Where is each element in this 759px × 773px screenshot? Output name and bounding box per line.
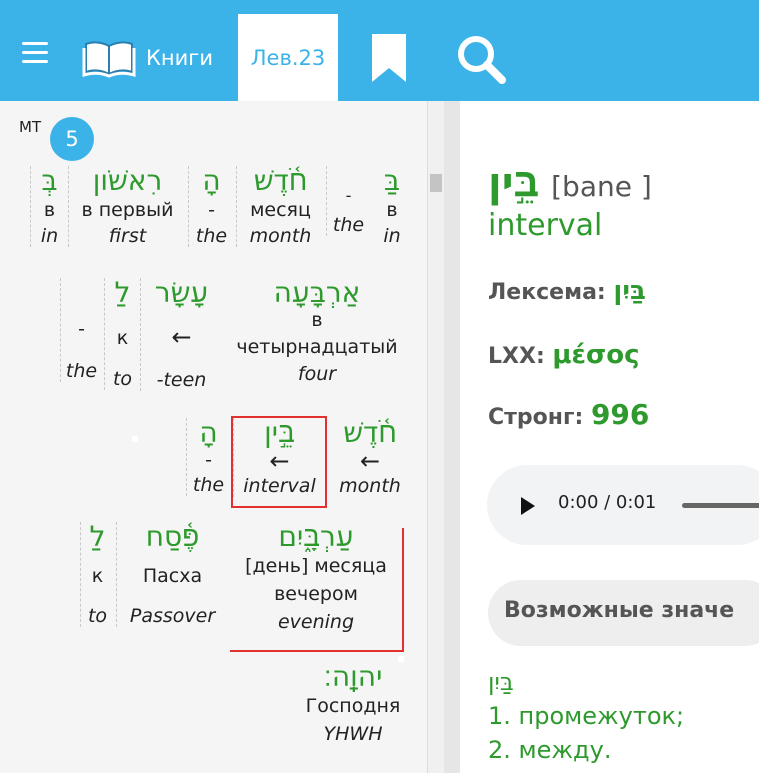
word-cell[interactable]: אַרְבָּעָה в четырнадцатый four <box>224 276 410 385</box>
hebrew-word: לַ <box>89 520 106 553</box>
verse-number-badge[interactable]: 5 <box>50 117 94 161</box>
strong-label: Стронг: <box>488 405 584 430</box>
strong-row: Стронг: 996 <box>488 398 649 431</box>
selected-word-highlight <box>231 416 327 508</box>
scrollbar[interactable] <box>428 101 444 773</box>
word-cell[interactable]: חֹ֫דֶשׁ ← month <box>330 416 410 497</box>
english-gloss: in <box>40 224 59 247</box>
audio-progress-bar[interactable] <box>682 503 759 508</box>
hebrew-word: עָשָׂר <box>154 276 209 309</box>
russian-gloss: ← <box>359 446 381 475</box>
meaning-item: 1. промежуток; <box>488 702 685 730</box>
lexeme-label: Лексема: <box>488 280 606 305</box>
word-cell[interactable]: הָ - the <box>188 164 234 247</box>
lxx-label: LXX: <box>488 344 545 369</box>
russian-gloss: - <box>208 198 215 221</box>
hebrew-word: אַרְבָּעָה <box>273 276 361 309</box>
chapter-label: Лев.23 <box>250 45 326 70</box>
word-cell[interactable]: רִאשֹׁון в первый first <box>68 164 186 247</box>
word-cell[interactable]: לַ к to <box>104 276 140 390</box>
english-gloss: four <box>297 362 337 385</box>
transliteration: [bane ] <box>551 170 652 203</box>
source-label: MT <box>19 118 42 136</box>
english-gloss: month <box>339 474 401 497</box>
meaning-item: בַּיִן <box>488 668 514 696</box>
spacer-dot <box>132 436 138 442</box>
english-gloss: month <box>249 224 312 247</box>
word-cell[interactable]: יהוָֽה׃ Господня YHWH <box>296 660 410 745</box>
russian-gloss: четырнадцатый <box>236 335 398 358</box>
lxx-value[interactable]: μέσος <box>552 340 639 370</box>
search-icon[interactable] <box>456 34 506 84</box>
menu-icon[interactable] <box>22 42 48 66</box>
hebrew-word: חֹ֫דֶשׁ <box>343 416 397 449</box>
russian-gloss: ← <box>171 322 192 351</box>
word-cell[interactable]: עָשָׂר ← -teen <box>140 276 222 391</box>
hebrew-word: - <box>345 186 352 205</box>
lexeme-value[interactable]: בַּיִן <box>613 276 645 306</box>
pane-divider[interactable] <box>444 101 460 773</box>
english-gloss: the <box>332 214 365 236</box>
strong-value[interactable]: 996 <box>591 398 649 431</box>
hebrew-word: לַ <box>114 276 131 309</box>
meanings-header-label: Возможные значе <box>504 598 735 623</box>
hebrew-word: בְּ <box>41 164 58 197</box>
books-label: Книги <box>146 46 213 70</box>
meaning-item: 2. между. <box>488 736 612 764</box>
russian-gloss: к <box>91 564 104 587</box>
lxx-row: LXX: μέσος <box>488 340 640 370</box>
english-gloss: to <box>87 604 108 627</box>
word-cell[interactable]: בְּ в in <box>30 164 68 247</box>
russian-gloss: в <box>386 198 398 221</box>
english-gloss: the <box>195 224 228 247</box>
hebrew-word: פֶּ֫סַח <box>145 520 200 553</box>
russian-gloss: в <box>311 308 323 331</box>
meanings-header[interactable]: Возможные значе <box>488 580 759 646</box>
word-cell[interactable]: לַ к to <box>80 520 114 627</box>
word-cell[interactable]: - the <box>326 166 370 236</box>
word-cell[interactable]: חֹ֫דֶשׁ месяц month <box>236 164 324 247</box>
play-icon[interactable] <box>521 497 535 515</box>
russian-gloss: в первый <box>81 198 174 221</box>
russian-gloss: - <box>78 318 85 340</box>
books-button[interactable]: Книги <box>82 36 213 80</box>
english-gloss: to <box>112 367 133 390</box>
english-gloss: Passover <box>129 604 216 627</box>
english-gloss: in <box>383 224 401 247</box>
english-gloss: first <box>108 224 147 247</box>
english-gloss: the <box>192 473 225 496</box>
english-gloss: -teen <box>156 368 207 391</box>
hebrew-word: יהוָֽה׃ <box>323 660 383 693</box>
word-cell[interactable]: הָ - the <box>186 416 230 496</box>
headword-row: בֵּ֣ין [bane ] <box>488 160 652 206</box>
russian-gloss: Пасха <box>142 564 203 587</box>
english-gloss: the <box>65 360 98 382</box>
audio-time: 0:00 / 0:01 <box>558 492 657 513</box>
hebrew-word: בַּ <box>383 164 401 197</box>
hebrew-word: הָ <box>199 416 218 449</box>
english-gloss: YHWH <box>323 722 383 745</box>
tab-chapter[interactable]: Лев.23 <box>238 14 338 101</box>
russian-gloss: Господня <box>305 694 401 717</box>
russian-gloss: - <box>205 448 212 471</box>
phrase-bracket <box>230 528 404 652</box>
word-cell[interactable]: בַּ в in <box>370 164 414 247</box>
russian-gloss: в <box>43 198 56 221</box>
lexeme-row: Лексема: בַּיִן <box>488 276 646 306</box>
headword: בֵּ֣ין <box>488 160 540 206</box>
word-cell[interactable]: - the <box>60 278 102 382</box>
hebrew-word: רִאשֹׁון <box>92 164 163 197</box>
book-icon <box>82 41 136 78</box>
russian-gloss: месяц <box>250 198 311 221</box>
bookmark-icon[interactable] <box>370 34 408 82</box>
hebrew-word: הָ <box>202 164 221 197</box>
word-cell[interactable]: פֶּ֫סַח Пасха Passover <box>116 520 228 627</box>
scrollbar-thumb[interactable] <box>430 174 442 192</box>
hebrew-word: חֹ֫דֶשׁ <box>253 164 308 197</box>
gloss: interval <box>488 208 603 243</box>
audio-player: 0:00 / 0:01 <box>487 465 759 545</box>
russian-gloss: к <box>116 326 129 349</box>
